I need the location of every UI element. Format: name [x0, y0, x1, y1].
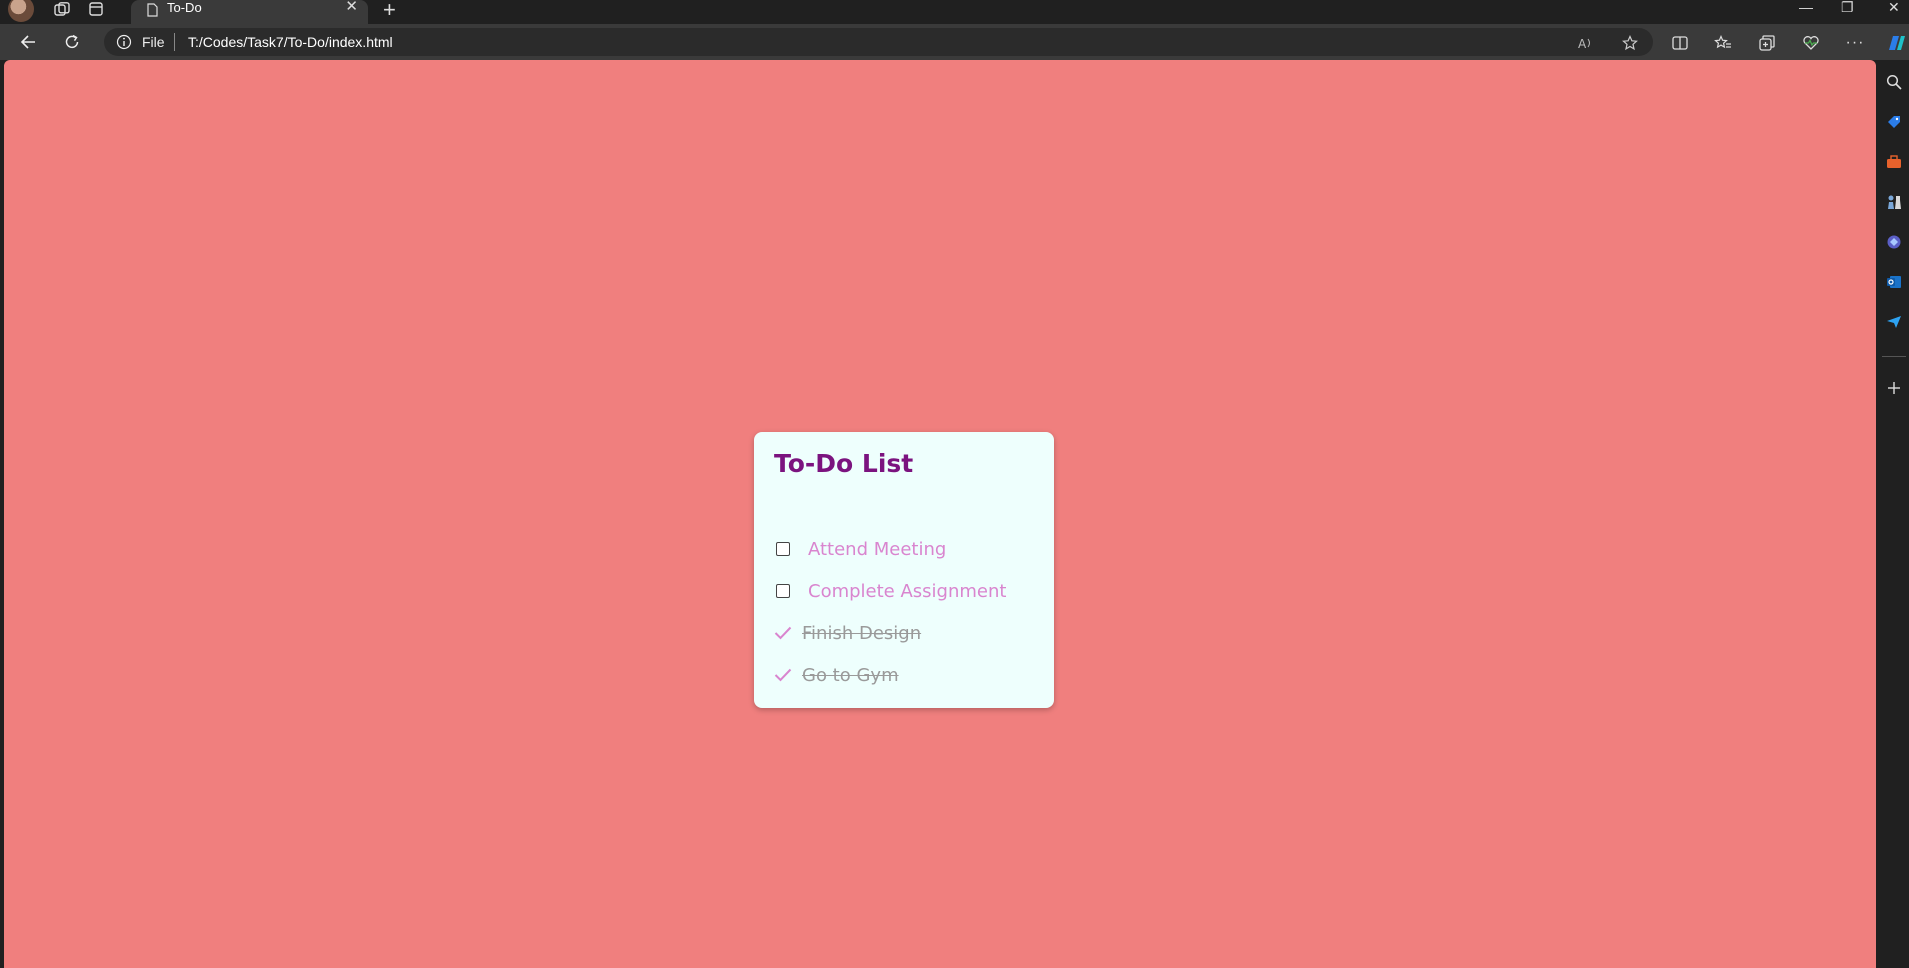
tab-actions-icon[interactable]: [85, 0, 107, 18]
minimize-button[interactable]: —: [1799, 0, 1813, 16]
site-info-icon[interactable]: [116, 34, 132, 55]
tab-strip: To-Do ✕ + — ❐ ✕: [0, 0, 1909, 24]
page-viewport: To-Do List Attend Meeting Complete Assig…: [4, 60, 1876, 968]
todo-label: Attend Meeting: [808, 538, 947, 560]
tag-icon[interactable]: [1884, 112, 1904, 132]
back-button[interactable]: [17, 31, 39, 53]
todo-item[interactable]: Attend Meeting: [772, 534, 1042, 564]
copilot-icon[interactable]: [1884, 31, 1908, 55]
checkmark-icon[interactable]: [772, 664, 794, 686]
restore-button[interactable]: ❐: [1841, 0, 1854, 16]
toolbox-icon[interactable]: [1884, 152, 1904, 172]
tab-title: To-Do: [167, 0, 202, 15]
refresh-button[interactable]: [61, 31, 83, 53]
close-window-button[interactable]: ✕: [1888, 0, 1900, 16]
todo-label: Go to Gym: [802, 664, 899, 686]
todo-checkbox[interactable]: [776, 584, 790, 598]
svg-text:A: A: [1578, 37, 1587, 50]
address-scheme: File: [142, 34, 165, 50]
todo-card: To-Do List Attend Meeting Complete Assig…: [754, 432, 1054, 708]
sidebar-divider: [1882, 356, 1906, 357]
checkmark-icon[interactable]: [772, 622, 794, 644]
todo-label: Complete Assignment: [808, 580, 1007, 602]
more-options-icon[interactable]: ···: [1845, 33, 1865, 53]
outlook-icon[interactable]: [1884, 272, 1904, 292]
browser-toolbar: File T:/Codes/Task7/To-Do/index.html A ·…: [0, 24, 1909, 60]
collections-icon[interactable]: [1757, 33, 1777, 53]
edge-sidebar: [1876, 60, 1909, 968]
todo-item[interactable]: Complete Assignment: [772, 576, 1042, 606]
favorite-star-icon[interactable]: [1620, 33, 1640, 53]
read-aloud-icon[interactable]: A: [1576, 33, 1596, 53]
todo-item-completed[interactable]: Finish Design: [772, 618, 1042, 648]
search-icon[interactable]: [1884, 72, 1904, 92]
split-screen-icon[interactable]: [1670, 33, 1690, 53]
favorites-icon[interactable]: [1713, 33, 1733, 53]
page-title: To-Do List: [774, 449, 914, 478]
new-tab-button[interactable]: +: [383, 0, 396, 23]
todo-item-completed[interactable]: Go to Gym: [772, 660, 1042, 690]
address-bar[interactable]: File T:/Codes/Task7/To-Do/index.html A: [104, 28, 1653, 56]
browser-essentials-icon[interactable]: [1801, 33, 1821, 53]
todo-label: Finish Design: [802, 622, 922, 644]
profile-avatar[interactable]: [8, 0, 34, 22]
address-divider: [174, 33, 175, 51]
plus-icon[interactable]: [1884, 378, 1904, 398]
chess-icon[interactable]: [1884, 192, 1904, 212]
todo-checkbox[interactable]: [776, 542, 790, 556]
workspaces-icon[interactable]: [51, 0, 73, 18]
tab-close-icon[interactable]: ✕: [345, 0, 358, 14]
file-icon: [147, 3, 158, 20]
copilot-sidebar-icon[interactable]: [1884, 232, 1904, 252]
tab-todo[interactable]: To-Do ✕: [131, 0, 368, 24]
send-icon[interactable]: [1884, 312, 1904, 332]
address-url[interactable]: T:/Codes/Task7/To-Do/index.html: [188, 34, 393, 50]
